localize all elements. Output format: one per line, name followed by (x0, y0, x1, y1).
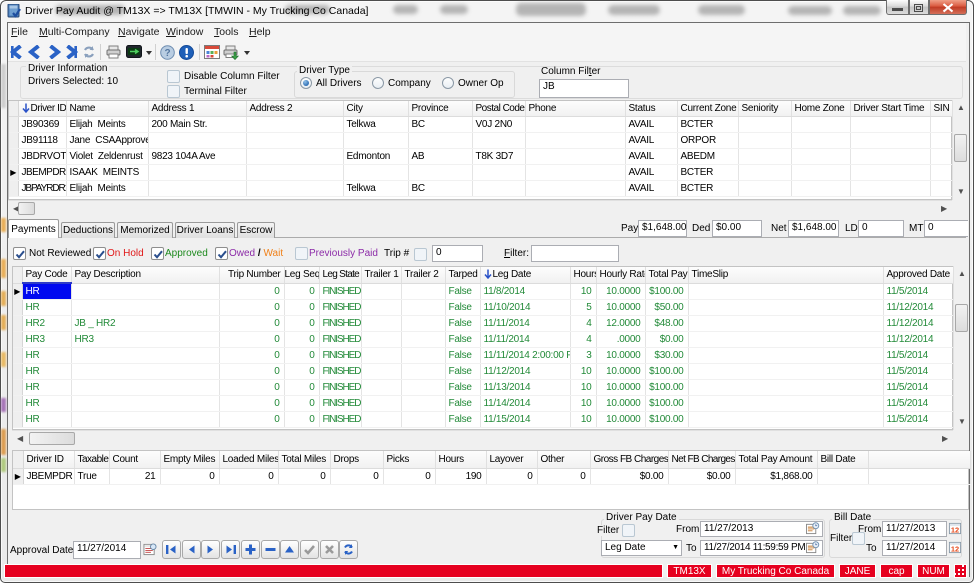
svg-text:?: ? (164, 48, 170, 59)
svg-text:12: 12 (951, 526, 959, 535)
svg-text:12: 12 (951, 545, 959, 554)
